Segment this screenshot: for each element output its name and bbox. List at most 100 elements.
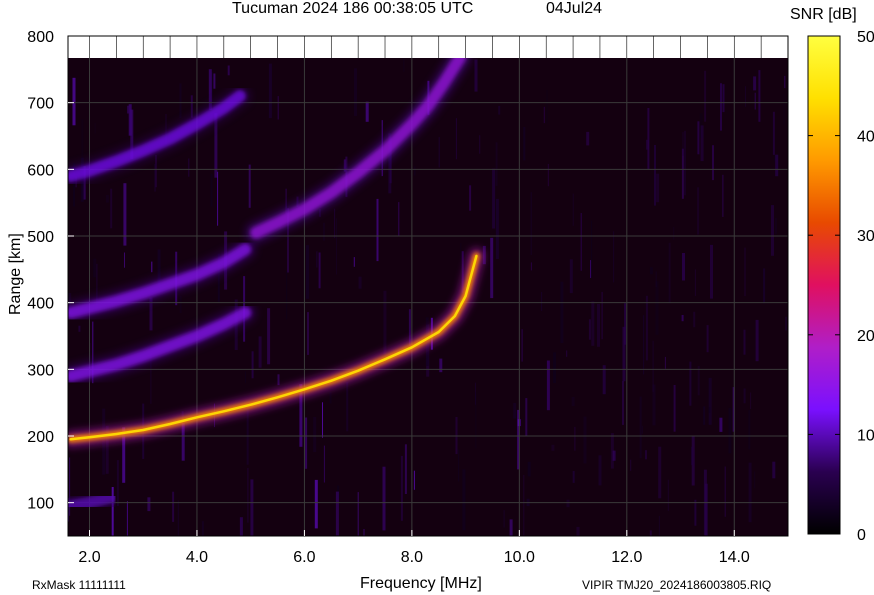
noise-streak	[569, 259, 573, 294]
noise-streak	[251, 351, 254, 379]
noise-streak	[474, 59, 478, 92]
noise-streak	[655, 271, 657, 288]
noise-streak	[188, 158, 190, 177]
noise-streak	[72, 77, 76, 126]
colorbar-title: SNR [dB]	[790, 6, 857, 23]
noise-streak	[354, 68, 357, 116]
noise-streak	[177, 500, 179, 536]
y-tick-label: 500	[27, 229, 54, 246]
x-tick-label: 14.0	[719, 549, 750, 566]
noise-streak	[643, 315, 645, 375]
noise-streak	[722, 84, 725, 113]
noise-streak	[753, 76, 757, 91]
noise-streak	[313, 417, 317, 453]
noise-streak	[668, 242, 671, 304]
noise-streak	[523, 474, 525, 536]
noise-streak	[591, 301, 595, 346]
noise-streak	[590, 260, 592, 278]
y-axis: 100 200 300 400 500 600 700 800	[27, 29, 74, 513]
noise-streak	[572, 193, 574, 226]
noise-streak	[458, 449, 460, 482]
noise-streak	[239, 517, 243, 536]
noise-streak	[527, 461, 531, 477]
noise-streak	[775, 154, 779, 177]
noise-streak	[383, 290, 387, 355]
noise-streak	[612, 450, 616, 461]
noise-streak	[268, 63, 272, 119]
noise-streak	[693, 311, 696, 328]
noise-streak	[682, 253, 685, 281]
noise-streak	[719, 417, 723, 432]
rxmask-label: RxMask 11111111	[32, 578, 126, 592]
noise-streak	[530, 192, 532, 255]
noise-streak	[400, 455, 403, 521]
noise-streak	[267, 308, 271, 365]
noise-streak	[258, 336, 262, 368]
noise-streak	[774, 218, 777, 234]
noise-streak	[462, 469, 466, 531]
y-tick-label: 300	[27, 362, 54, 379]
noise-streak	[743, 329, 746, 355]
noise-streak	[652, 340, 654, 392]
noise-streak	[124, 252, 125, 268]
noise-streak	[783, 94, 785, 125]
noise-streak	[455, 118, 457, 160]
noise-streak	[763, 268, 766, 304]
noise-streak	[601, 291, 603, 340]
noise-streak	[560, 281, 564, 343]
noise-streak	[598, 455, 602, 486]
noise-streak	[708, 407, 711, 413]
noise-streak	[572, 471, 575, 483]
noise-streak	[694, 499, 697, 526]
noise-streak	[247, 467, 249, 523]
noise-streak	[547, 163, 549, 187]
y-tick-label: 200	[27, 429, 54, 446]
noise-streak	[656, 173, 660, 203]
colorbar-tick-label: 10	[857, 427, 874, 444]
noise-streak	[649, 267, 653, 275]
noise-streak	[503, 510, 505, 528]
noise-streak	[307, 312, 309, 355]
noise-streak	[591, 220, 593, 278]
noise-streak	[755, 319, 759, 362]
noise-streak	[754, 471, 756, 489]
noise-streak	[154, 163, 157, 192]
noise-streak	[414, 166, 416, 176]
noise-streak	[642, 425, 643, 434]
noise-streak	[179, 295, 182, 313]
y-tick-label: 400	[27, 296, 54, 313]
colorbar-tick-label: 0	[857, 527, 866, 544]
noise-streak	[586, 131, 590, 146]
noise-streak	[336, 218, 337, 275]
noise-streak	[700, 125, 704, 162]
noise-streak	[712, 145, 714, 181]
noise-streak	[525, 398, 528, 437]
noise-streak	[246, 405, 249, 465]
noise-streak	[682, 132, 684, 156]
noise-streak	[580, 213, 582, 271]
noise-streak	[105, 194, 109, 203]
x-tick-label: 12.0	[611, 549, 642, 566]
noise-streak	[622, 381, 624, 425]
noise-streak	[81, 119, 84, 159]
x-tick-label: 2.0	[78, 549, 100, 566]
noise-streak	[523, 127, 526, 161]
x-tick-label: 4.0	[186, 549, 208, 566]
noise-streak	[110, 188, 113, 229]
noise-streak	[566, 350, 568, 357]
noise-streak	[335, 491, 339, 536]
noise-streak	[286, 270, 288, 320]
noise-streak	[376, 198, 379, 262]
noise-streak	[724, 466, 726, 517]
chart-date: 04Jul24	[546, 0, 603, 17]
noise-streak	[673, 385, 676, 432]
noise-streak	[438, 137, 440, 168]
noise-streak	[681, 315, 684, 322]
noise-streak	[553, 352, 557, 383]
noise-streak	[708, 377, 712, 425]
y-tick-label: 700	[27, 96, 54, 113]
noise-streak	[748, 410, 751, 450]
colorbar-tick-label: 30	[857, 228, 874, 245]
x-tick-label: 10.0	[504, 549, 535, 566]
noise-streak	[655, 281, 659, 335]
